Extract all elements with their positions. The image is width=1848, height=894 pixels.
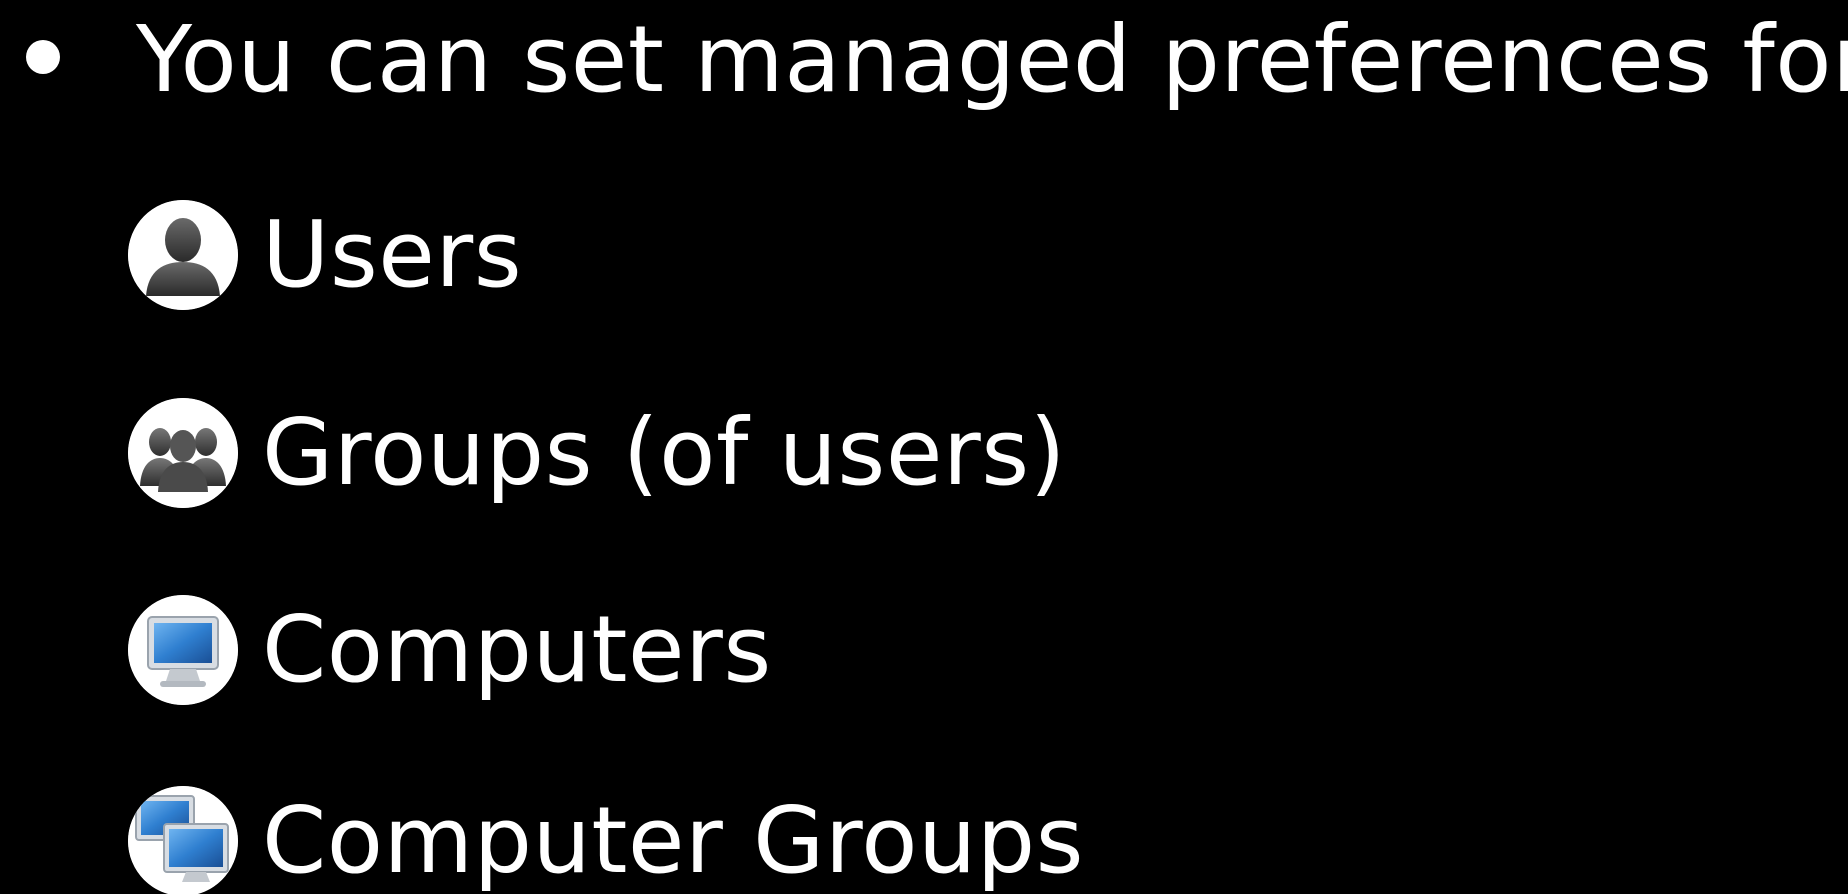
list-item-label: Computer Groups <box>262 787 1085 894</box>
computer-group-icon <box>128 786 238 894</box>
list-item-label: Groups (of users) <box>262 399 1067 506</box>
list-item-computers: Computers <box>128 591 772 709</box>
user-icon <box>128 200 238 310</box>
list-item-label: Users <box>262 201 523 308</box>
computer-icon <box>128 595 238 705</box>
list-item-groups: Groups (of users) <box>128 394 1066 512</box>
slide-heading: You can set managed preferences for: <box>136 6 1848 113</box>
group-icon <box>128 398 238 508</box>
slide: You can set managed preferences for: Use… <box>0 0 1848 894</box>
list-item-computer-groups: Computer Groups <box>128 782 1084 894</box>
list-item-users: Users <box>128 196 522 314</box>
list-item-label: Computers <box>262 596 772 703</box>
bullet-dot <box>26 40 60 74</box>
